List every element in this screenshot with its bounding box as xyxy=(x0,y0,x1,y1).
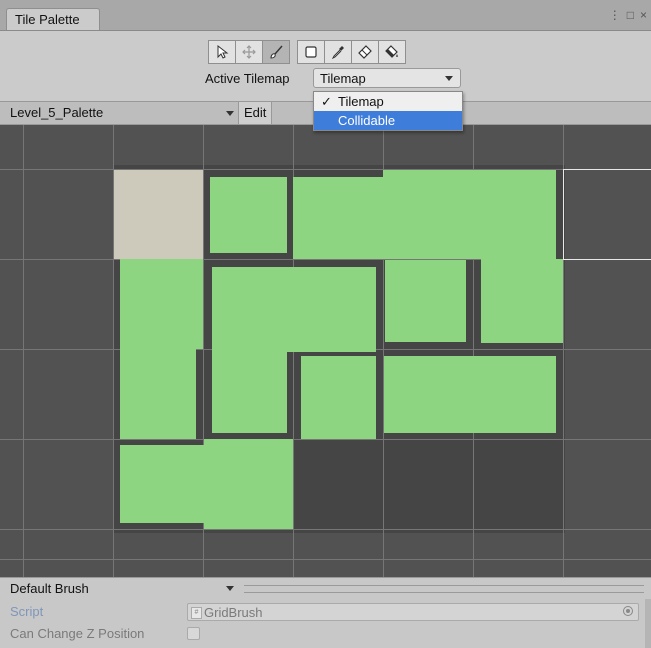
object-picker-icon[interactable] xyxy=(623,606,633,616)
script-field[interactable]: # GridBrush xyxy=(187,603,639,621)
palette-tile[interactable] xyxy=(293,177,386,259)
flood-fill-tool-button[interactable] xyxy=(378,40,406,64)
script-value: GridBrush xyxy=(204,605,263,620)
brush-inspector: Script # GridBrush Can Change Z Position xyxy=(0,599,651,648)
selected-cell-outline xyxy=(563,169,651,260)
select-arrow-icon xyxy=(217,44,229,59)
paint-tool-button[interactable] xyxy=(262,40,290,64)
flood-fill-icon xyxy=(385,45,398,58)
active-tilemap-select[interactable]: Tilemap xyxy=(313,68,461,88)
move-tool-button[interactable] xyxy=(235,40,263,64)
palette-tile[interactable] xyxy=(385,260,466,342)
panel-splitter[interactable] xyxy=(244,585,644,593)
paintbrush-icon xyxy=(270,45,283,59)
palette-tile[interactable] xyxy=(212,267,376,352)
palette-tile[interactable] xyxy=(204,439,293,529)
dropdown-option-label: Tilemap xyxy=(338,94,384,109)
tab-tile-palette[interactable]: Tile Palette xyxy=(6,8,100,30)
script-label: Script xyxy=(10,604,44,619)
edit-label: Edit xyxy=(244,105,267,120)
brush-name: Default Brush xyxy=(10,581,89,596)
palette-tile[interactable] xyxy=(210,177,287,253)
tool-group xyxy=(208,40,406,64)
palette-select[interactable]: Level_5_Palette xyxy=(0,102,238,124)
palette-tile[interactable] xyxy=(384,356,556,433)
dropdown-option-tilemap[interactable]: ✓ Tilemap xyxy=(314,92,462,111)
eraser-icon xyxy=(358,45,372,59)
dropdown-option-collidable[interactable]: Collidable xyxy=(314,111,462,130)
tilemap-dropdown-list: ✓ Tilemap Collidable xyxy=(313,91,463,131)
palette-tile[interactable] xyxy=(120,445,208,523)
window-controls: ⋮ □ × xyxy=(609,8,647,22)
palette-tile[interactable] xyxy=(383,170,556,259)
eyedropper-icon xyxy=(331,46,344,60)
scrollbar[interactable] xyxy=(645,599,651,648)
select-tool-button[interactable] xyxy=(208,40,236,64)
can-change-z-label: Can Change Z Position xyxy=(10,626,145,641)
palette-tile[interactable] xyxy=(212,349,287,433)
chevron-down-icon xyxy=(445,76,453,81)
tab-bar: Tile Palette ⋮ □ × xyxy=(0,0,651,31)
palette-name: Level_5_Palette xyxy=(10,105,104,120)
chevron-down-icon xyxy=(226,111,234,116)
palette-tile[interactable] xyxy=(120,349,196,439)
edit-button[interactable]: Edit xyxy=(238,102,272,124)
brush-select[interactable]: Default Brush xyxy=(0,578,238,599)
palette-tile[interactable] xyxy=(114,170,203,259)
brush-bar: Default Brush xyxy=(0,577,651,599)
tab-title: Tile Palette xyxy=(15,12,80,27)
box-fill-icon xyxy=(305,46,317,58)
active-tilemap-value: Tilemap xyxy=(320,71,366,86)
chevron-down-icon xyxy=(226,586,234,591)
kebab-menu-icon[interactable]: ⋮ xyxy=(609,8,621,22)
script-file-icon: # xyxy=(191,607,202,619)
tile-palette-canvas[interactable] xyxy=(0,125,651,577)
can-change-z-checkbox[interactable] xyxy=(187,627,200,640)
palette-tile[interactable] xyxy=(481,259,563,343)
palette-tile[interactable] xyxy=(120,259,203,349)
palette-tile[interactable] xyxy=(301,356,376,439)
picker-tool-button[interactable] xyxy=(324,40,352,64)
move-icon xyxy=(242,45,256,59)
dropdown-option-label: Collidable xyxy=(338,113,396,128)
close-icon[interactable]: × xyxy=(640,8,647,22)
checkmark-icon: ✓ xyxy=(321,94,332,109)
maximize-icon[interactable]: □ xyxy=(627,8,634,22)
box-fill-tool-button[interactable] xyxy=(297,40,325,64)
active-tilemap-label: Active Tilemap xyxy=(205,71,290,86)
eraser-tool-button[interactable] xyxy=(351,40,379,64)
